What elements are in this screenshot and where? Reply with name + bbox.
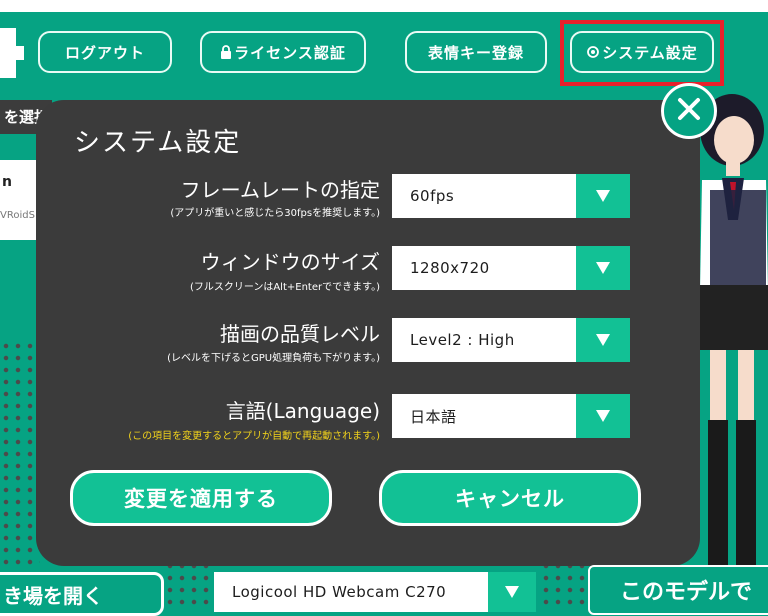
camera-select[interactable]: Logicool HD Webcam C270 <box>214 572 536 612</box>
model-card-name: n <box>2 174 12 190</box>
quality-note: (レベルを下げるとGPU処理負荷も下がります。) <box>167 353 380 364</box>
dropdown-arrow-icon <box>488 572 536 612</box>
quality-value: Level2 : High <box>410 331 515 349</box>
top-strip <box>0 0 768 12</box>
app-logo <box>0 28 24 78</box>
dot-pattern <box>164 560 212 605</box>
window-size-select[interactable]: 1280x720 <box>392 246 630 290</box>
open-storage-button[interactable]: き場を開く <box>0 572 164 616</box>
use-model-button[interactable]: このモデルで <box>588 565 768 615</box>
logout-label: ログアウト <box>64 43 145 62</box>
dropdown-arrow-icon <box>576 318 630 362</box>
close-button[interactable] <box>661 83 717 139</box>
dot-pattern <box>0 340 40 570</box>
language-label: 言語(Language) <box>225 399 380 423</box>
highlight-box <box>560 20 724 86</box>
close-icon <box>676 96 702 126</box>
window-size-value: 1280x720 <box>410 259 490 277</box>
cancel-button[interactable]: キャンセル <box>379 470 641 526</box>
window-size-note: (フルスクリーンはAlt+Enterでできます。) <box>189 282 380 293</box>
camera-value: Logicool HD Webcam C270 <box>232 583 447 601</box>
dialog-title: システム設定 <box>74 128 242 158</box>
quality-select[interactable]: Level2 : High <box>392 318 630 362</box>
cancel-label: キャンセル <box>455 487 565 511</box>
framerate-select[interactable]: 60fps <box>392 174 630 218</box>
language-note: (この項目を変更するとアプリが自動で再起動されます。) <box>128 431 380 442</box>
dropdown-arrow-icon <box>576 246 630 290</box>
use-model-label: このモデルで <box>620 580 753 605</box>
language-select[interactable]: 日本語 <box>392 394 630 438</box>
apply-button[interactable]: 変更を適用する <box>70 470 332 526</box>
dropdown-arrow-icon <box>576 174 630 218</box>
dot-pattern <box>540 560 588 605</box>
framerate-label: フレームレートの指定 <box>180 178 380 202</box>
apply-label: 変更を適用する <box>124 487 278 511</box>
open-storage-label: き場を開く <box>3 583 103 608</box>
license-label: ライセンス認証 <box>234 43 346 62</box>
window-size-label: ウィンドウのサイズ <box>200 250 380 274</box>
framerate-value: 60fps <box>410 187 455 205</box>
logout-button[interactable]: ログアウト <box>38 31 172 73</box>
license-button[interactable]: ライセンス認証 <box>200 31 366 73</box>
language-value: 日本語 <box>410 407 457 426</box>
expression-key-button[interactable]: 表情キー登録 <box>405 31 547 73</box>
model-card-sub: VRoidS <box>0 210 35 221</box>
expression-key-label: 表情キー登録 <box>427 43 524 62</box>
quality-label: 描画の品質レベル <box>220 322 380 346</box>
framerate-note: (アプリが重いと感じたら30fpsを推奨します。) <box>170 208 380 219</box>
dropdown-arrow-icon <box>576 394 630 438</box>
lock-icon <box>220 45 232 59</box>
